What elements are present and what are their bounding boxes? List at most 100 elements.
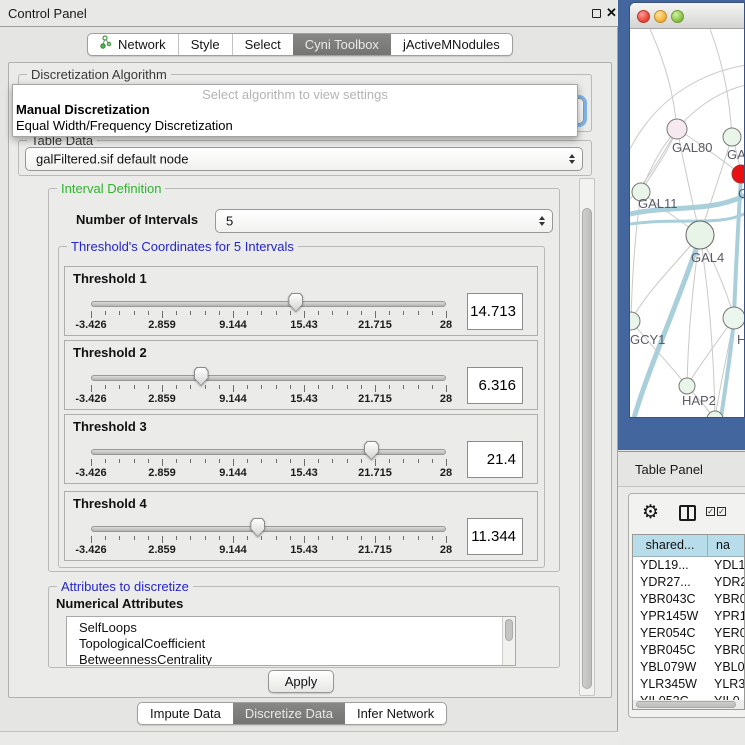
attribute-list-item[interactable]: SelfLoops <box>67 620 515 636</box>
node-red-selected[interactable] <box>732 165 745 183</box>
scrollbar-thumb[interactable] <box>636 701 736 708</box>
option-manual-discretization[interactable]: Manual Discretization <box>13 102 577 118</box>
mac-close-button[interactable] <box>637 10 650 23</box>
label-gal80: GAL80 <box>672 140 712 155</box>
apply-button[interactable]: Apply <box>268 670 334 693</box>
slider-tick <box>247 536 248 540</box>
node-gal80[interactable] <box>667 119 687 139</box>
cell-name[interactable]: YIL0 <box>708 693 744 700</box>
slider-thumb[interactable] <box>364 441 379 460</box>
column-header-name[interactable]: na <box>708 535 744 556</box>
node-hap2[interactable] <box>679 378 695 394</box>
table-horizontal-scrollbar[interactable] <box>633 700 744 709</box>
slider-thumb[interactable] <box>288 293 303 312</box>
window-title: Control Panel <box>8 6 87 21</box>
float-window-icon[interactable] <box>592 9 601 18</box>
node-table[interactable]: shared... na YDL19...YDL1YDR27...YDR2YBR… <box>632 534 745 710</box>
table-row[interactable]: YBR045CYBR0 <box>633 642 744 659</box>
table-data-combobox[interactable]: galFiltered.sif default node <box>25 147 583 171</box>
cell-name[interactable]: YER0 <box>708 625 744 642</box>
close-icon[interactable]: ✕ <box>606 5 617 21</box>
threshold-1-slider[interactable] <box>91 301 446 307</box>
table-row[interactable]: YDR27...YDR2 <box>633 574 744 591</box>
slider-thumb[interactable] <box>194 367 209 386</box>
tab-network[interactable]: Network <box>88 34 178 55</box>
scrollbar-thumb[interactable] <box>505 619 513 641</box>
gear-icon[interactable]: ⚙ <box>642 501 659 524</box>
cell-name[interactable]: YDL1 <box>708 557 744 574</box>
scrollbar-thumb[interactable] <box>582 208 592 689</box>
threshold-2-slider[interactable] <box>91 375 446 381</box>
threshold-1-value-field[interactable]: 14.713 <box>467 293 523 330</box>
cell-name[interactable]: YBR0 <box>708 642 744 659</box>
algorithm-hint-option[interactable]: Select algorithm to view settings <box>13 85 577 102</box>
table-row[interactable]: YIL052CYIL0 <box>633 693 744 700</box>
table-row[interactable]: YLR345WYLR3 <box>633 676 744 693</box>
cell-shared-name[interactable]: YER054C <box>633 625 708 642</box>
tab-select[interactable]: Select <box>232 34 293 55</box>
option-equal-width-frequency[interactable]: Equal Width/Frequency Discretization <box>13 118 577 134</box>
cell-name[interactable]: YLR3 <box>708 676 744 693</box>
tab-impute-data[interactable]: Impute Data <box>138 703 233 724</box>
network-canvas[interactable]: GAL80 GA C GAL11 GAL4 GCY1 H HAP2 <box>630 29 745 418</box>
slider-tick-label: 15.43 <box>290 544 318 556</box>
node-gal4[interactable] <box>686 221 714 249</box>
tab-cyni-toolbox[interactable]: Cyni Toolbox <box>293 34 391 55</box>
slider-tick <box>304 385 305 392</box>
list-scrollbar[interactable] <box>502 617 515 665</box>
table-row[interactable]: YDL19...YDL1 <box>633 557 744 574</box>
node-top-right[interactable] <box>723 128 741 146</box>
mac-minimize-button[interactable] <box>654 10 667 23</box>
cell-shared-name[interactable]: YDL19... <box>633 557 708 574</box>
settings-vertical-scrollbar[interactable] <box>579 178 595 696</box>
cell-shared-name[interactable]: YIL052C <box>633 693 708 700</box>
slider-tick-label: 9.144 <box>219 544 247 556</box>
slider-tick <box>361 459 362 463</box>
network-window-titlebar[interactable] <box>630 3 744 29</box>
mac-zoom-button[interactable] <box>671 10 684 23</box>
table-row[interactable]: YER054CYER0 <box>633 625 744 642</box>
split-view-icon[interactable] <box>679 505 696 521</box>
table-row[interactable]: YBL079WYBL0 <box>633 659 744 676</box>
attribute-list-item[interactable]: TopologicalCoefficient <box>67 636 515 652</box>
cell-name[interactable]: YBR0 <box>708 591 744 608</box>
checkbox-icon[interactable]: ✓ <box>717 507 726 516</box>
checkbox-icon[interactable]: ✓ <box>706 507 715 516</box>
threshold-4-slider[interactable] <box>91 526 446 532</box>
tab-infer-network[interactable]: Infer Network <box>345 703 446 724</box>
cell-shared-name[interactable]: YPR145W <box>633 608 708 625</box>
tab-jactivemnodules[interactable]: jActiveMNodules <box>391 34 512 55</box>
slider-tick-label: 15.43 <box>290 393 318 405</box>
threshold-3-value-field[interactable]: 21.4 <box>467 441 523 478</box>
node-h[interactable] <box>723 307 745 329</box>
cell-shared-name[interactable]: YBR045C <box>633 642 708 659</box>
cell-shared-name[interactable]: YLR345W <box>633 676 708 693</box>
tab-discretize-data[interactable]: Discretize Data <box>233 703 345 724</box>
slider-tick <box>418 536 419 540</box>
cell-shared-name[interactable]: YBL079W <box>633 659 708 676</box>
slider-tick <box>347 311 348 315</box>
slider-tick <box>233 385 234 392</box>
cell-name[interactable]: YDR2 <box>708 574 744 591</box>
tab-style[interactable]: Style <box>178 34 232 55</box>
cell-name[interactable]: YBL0 <box>708 659 744 676</box>
cell-shared-name[interactable]: YDR27... <box>633 574 708 591</box>
cell-name[interactable]: YPR1 <box>708 608 744 625</box>
attributes-legend: Attributes to discretize <box>57 579 193 594</box>
table-row[interactable]: YBR043CYBR0 <box>633 591 744 608</box>
column-header-shared-name[interactable]: shared... <box>633 535 708 556</box>
slider-thumb[interactable] <box>250 518 265 537</box>
numerical-attributes-list[interactable]: SelfLoopsTopologicalCoefficientBetweenne… <box>66 616 516 666</box>
threshold-2-value-field[interactable]: 6.316 <box>467 367 523 404</box>
slider-tick <box>233 536 234 543</box>
table-row[interactable]: YPR145WYPR1 <box>633 608 744 625</box>
slider-tick <box>418 385 419 389</box>
cell-shared-name[interactable]: YBR043C <box>633 591 708 608</box>
number-of-intervals-combobox[interactable]: 5 <box>215 209 553 233</box>
threshold-3-slider[interactable] <box>91 449 446 455</box>
threshold-4-value-field[interactable]: 11.344 <box>467 518 523 555</box>
label-gal4: GAL4 <box>691 250 724 265</box>
node-gcy1[interactable] <box>630 312 640 330</box>
attribute-list-item[interactable]: BetweennessCentrality <box>67 652 515 666</box>
label-h-partial: H <box>737 332 745 347</box>
